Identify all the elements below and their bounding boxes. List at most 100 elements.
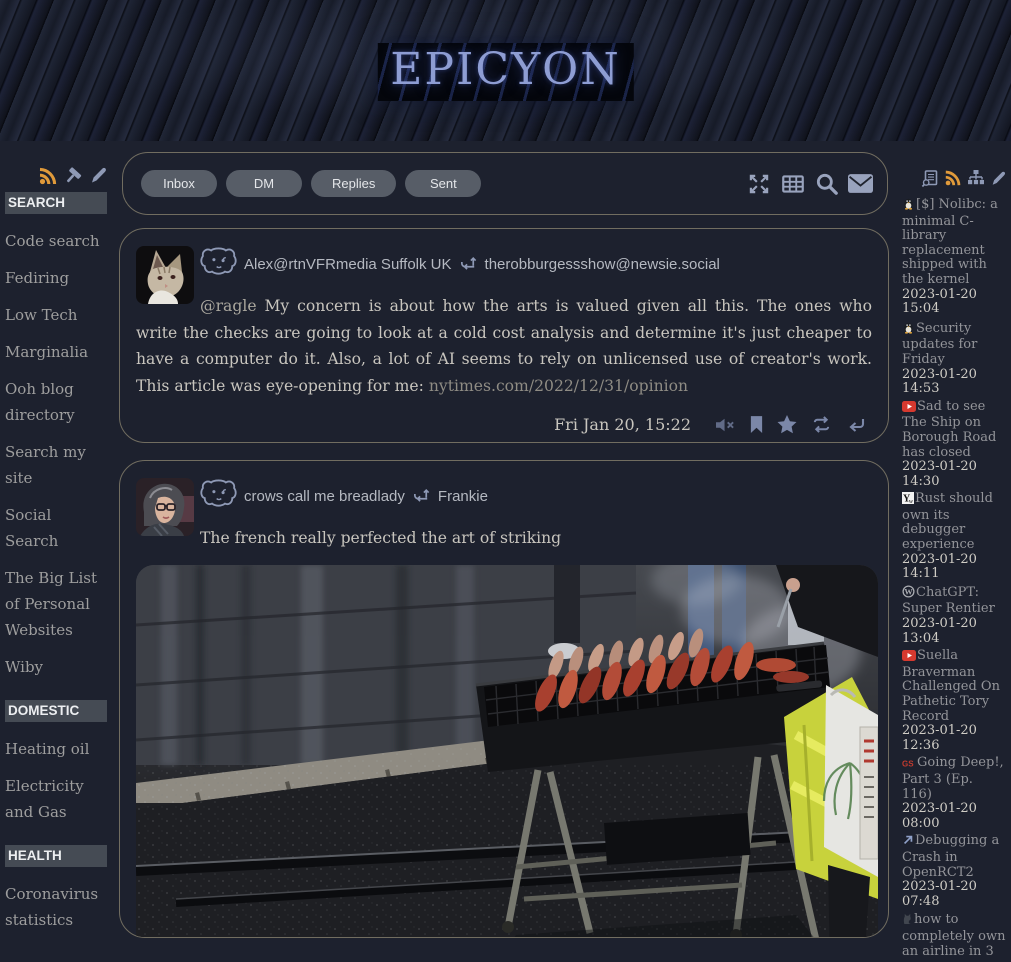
boost-announce-icon	[412, 486, 431, 506]
like-star-icon[interactable]	[777, 415, 797, 434]
news-item[interactable]: [$] Nolibc: a minimal C-library replacem…	[902, 196, 1006, 317]
news-item[interactable]: how to completely own an airline in 3	[902, 912, 1006, 959]
edit-links-pen-icon[interactable]	[89, 166, 107, 190]
post-text: @ragle My concern is about how the arts …	[136, 293, 872, 399]
news-title: Debugging a Crash in OpenRCT2	[902, 833, 999, 879]
sidebar-link-electricity-and-gas[interactable]: Electricity and Gas	[5, 773, 107, 825]
news-item[interactable]: Sad to see The Ship on Borough Road has …	[902, 400, 1006, 490]
tab-replies[interactable]: Replies	[311, 170, 396, 197]
grid-view-icon[interactable]	[780, 171, 806, 197]
sidebar-link-big-list-personal-websites[interactable]: The Big List of Personal Websites	[5, 565, 107, 643]
news-date: 2023-01-20 14:30	[902, 460, 1006, 489]
cat-favicon	[902, 912, 913, 930]
expand-fullscreen-icon[interactable]	[746, 171, 772, 197]
timeline-tabs: Inbox DM Replies Sent	[141, 170, 481, 197]
avatar[interactable]	[136, 246, 194, 304]
news-date: 2023-01-20 14:11	[902, 553, 1006, 582]
news-journal-icon[interactable]	[921, 169, 939, 188]
wordpress-icon: W	[902, 585, 915, 603]
post: crows call me breadlady Frankie The fren…	[119, 460, 889, 938]
boost-announce-icon	[459, 254, 478, 274]
news-date: 2023-01-20 15:04	[902, 288, 1006, 317]
post: Alex@rtnVFRmedia Suffolk UK therobburges…	[119, 228, 889, 443]
mute-icon[interactable]	[714, 416, 736, 434]
bookmark-icon[interactable]	[749, 415, 764, 434]
dog-person-icon[interactable]	[200, 245, 237, 283]
news-item[interactable]: Debugging a Crash in OpenRCT22023-01-20 …	[902, 834, 1006, 909]
news-title: Suella Braverman Challenged On Pathetic …	[902, 648, 1000, 723]
sidebar-link-coronavirus-statistics[interactable]: Coronavirus statistics	[5, 881, 107, 933]
cat-avatar-image	[136, 246, 194, 304]
news-date: 2023-01-20 07:48	[902, 880, 1006, 909]
news-title: ChatGPT: Super Rentier	[902, 585, 995, 617]
timeline-header: Inbox DM Replies Sent	[122, 152, 888, 215]
news-date: 2023-01-20 12:36	[902, 724, 1006, 753]
sidebar-link-code-search[interactable]: Code search	[5, 228, 107, 254]
mention-link[interactable]: @ragle	[200, 297, 257, 315]
news-item[interactable]: WChatGPT: Super Rentier2023-01-20 13:04	[902, 585, 1006, 646]
news-title: Going Deep!, Part 3 (Ep. 116)	[902, 755, 1004, 801]
news-rss-icon[interactable]	[944, 169, 962, 187]
news-item[interactable]: Security updates for Friday2023-01-20 14…	[902, 320, 1006, 397]
youtube-icon	[902, 650, 916, 666]
news-title: how to completely own an airline in 3	[902, 912, 1006, 958]
section-header-search: SEARCH	[5, 192, 107, 214]
avatar[interactable]	[136, 478, 194, 536]
youtube-icon	[902, 401, 916, 417]
post-via-handle[interactable]: therobburgessshow@newsie.social	[485, 256, 720, 273]
tab-inbox[interactable]: Inbox	[141, 170, 217, 197]
tux-icon	[902, 320, 915, 339]
reply-icon[interactable]	[846, 416, 866, 434]
news-date: 2023-01-20 13:04	[902, 617, 1006, 646]
article-link[interactable]: nytimes.com/2022/12/31/opinion	[429, 377, 688, 395]
hashtag-tree-icon[interactable]	[967, 169, 985, 187]
banner[interactable]: EPICYON	[0, 0, 1011, 141]
sidebar-link-heating-oil[interactable]: Heating oil	[5, 736, 107, 762]
sidebar-link-marginalia[interactable]: Marginalia	[5, 339, 107, 365]
news-title: [$] Nolibc: a minimal C-library replacem…	[902, 197, 998, 287]
post-timestamp[interactable]: Fri Jan 20, 15:22	[554, 415, 691, 434]
tab-sent[interactable]: Sent	[405, 170, 481, 197]
dog-person-icon[interactable]	[200, 477, 237, 515]
section-header-domestic: DOMESTIC	[5, 700, 107, 722]
envelope-icon[interactable]	[848, 174, 873, 193]
arrow-up-right-icon	[902, 834, 914, 851]
sidebar-link-wiby[interactable]: Wiby	[5, 654, 107, 680]
links-rss-icon[interactable]	[38, 166, 58, 191]
section-header-health: HEALTH	[5, 845, 107, 867]
yw-favicon: Yw	[902, 492, 914, 509]
news-item[interactable]: YwRust should own its debugger experienc…	[902, 492, 1006, 582]
sidebar-link-low-tech[interactable]: Low Tech	[5, 302, 107, 328]
post-author-handle[interactable]: Alex@rtnVFRmedia Suffolk UK	[244, 256, 452, 273]
sidebar-link-search-my-site[interactable]: Search my site	[5, 439, 107, 491]
post-author-handle[interactable]: crows call me breadlady	[244, 488, 405, 505]
sidebar-link-ooh-blog-directory[interactable]: Ooh blog directory	[5, 376, 107, 428]
search-icon[interactable]	[814, 171, 840, 197]
sidebar-link-fediring[interactable]: Fediring	[5, 265, 107, 291]
svg-text:GS: GS	[902, 760, 914, 769]
post-via-handle[interactable]: Frankie	[438, 488, 488, 505]
post-attached-photo[interactable]	[136, 565, 878, 939]
hammer-icon[interactable]	[63, 166, 84, 191]
repeat-boost-icon[interactable]	[810, 415, 833, 434]
woman-avatar-image	[136, 478, 194, 536]
news-date: 2023-01-20 14:53	[902, 368, 1006, 397]
banner-title-box: EPICYON	[377, 43, 633, 101]
edit-news-pen-icon[interactable]	[990, 170, 1006, 187]
tab-dm[interactable]: DM	[226, 170, 302, 197]
sidebar-link-social-search[interactable]: Social Search	[5, 502, 107, 554]
news-title: Rust should own its debugger experience	[902, 491, 993, 552]
gs-favicon: GS	[902, 758, 916, 773]
news-item[interactable]: GSGoing Deep!, Part 3 (Ep. 116)2023-01-2…	[902, 756, 1006, 831]
news-list: [$] Nolibc: a minimal C-library replacem…	[902, 196, 1006, 959]
post-text: The french really perfected the art of s…	[136, 525, 872, 552]
news-title: Sad to see The Ship on Borough Road has …	[902, 399, 996, 460]
left-sidebar: SEARCH Code search Fediring Low Tech Mar…	[5, 166, 107, 944]
street-bbq-photo	[136, 565, 878, 939]
news-date: 2023-01-20 08:00	[902, 802, 1006, 831]
svg-text:w: w	[909, 499, 914, 504]
news-item[interactable]: Suella Braverman Challenged On Pathetic …	[902, 649, 1006, 753]
news-sidebar: [$] Nolibc: a minimal C-library replacem…	[902, 167, 1006, 962]
site-title: EPICYON	[390, 44, 620, 95]
tux-icon	[902, 196, 915, 215]
